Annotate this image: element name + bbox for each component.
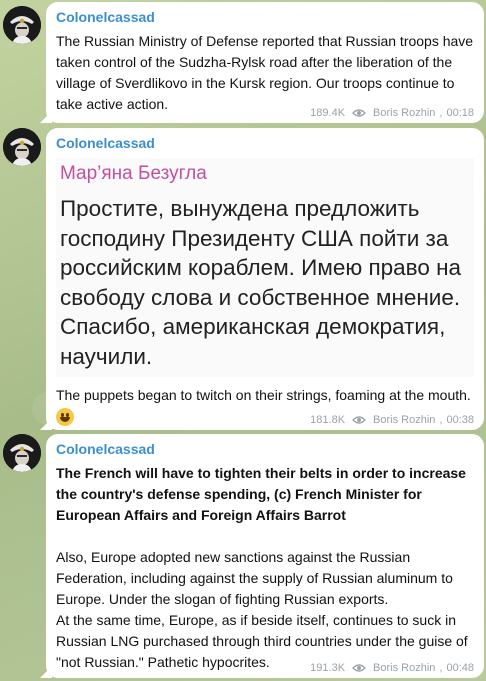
sender-name[interactable]: Colonelcassad — [56, 440, 474, 458]
post-author: Boris Rozhin — [373, 414, 436, 426]
message-bubble[interactable]: Colonelcassad The French will have to ti… — [46, 434, 484, 678]
sender-name[interactable]: Colonelcassad — [56, 8, 474, 26]
post-time: 00:48 — [446, 662, 474, 674]
view-count: 181.8K — [310, 414, 346, 426]
quote-text: Простите, вынуждена предложить господину… — [60, 196, 462, 369]
message-meta: 189.4K Boris Rozhin, 00:18 — [310, 107, 474, 119]
sender-name[interactable]: Colonelcassad — [56, 134, 474, 152]
meta-separator: , — [439, 414, 443, 426]
post-author: Boris Rozhin — [373, 662, 436, 674]
message-text: Also, Europe adopted new sanctions again… — [56, 549, 453, 607]
message-text: The Russian Ministry of Defense reported… — [56, 33, 474, 112]
eye-icon — [352, 109, 366, 117]
message-meta: 181.8K Boris Rozhin, 00:38 — [310, 414, 474, 426]
eye-icon — [352, 664, 366, 672]
avatar[interactable] — [3, 6, 41, 44]
view-count: 191.3K — [310, 662, 346, 674]
channel-avatar-icon — [3, 128, 41, 166]
message-bubble[interactable]: Colonelcassad The Russian Ministry of De… — [46, 2, 484, 123]
grinning-face-icon — [56, 408, 74, 426]
post-time: 00:18 — [446, 107, 474, 119]
channel-avatar-icon — [3, 434, 41, 472]
message-meta: 191.3K Boris Rozhin, 00:48 — [310, 662, 474, 674]
quote-author: Мар’яна Безугла — [60, 163, 207, 184]
post-time: 00:38 — [446, 414, 474, 426]
avatar[interactable] — [3, 434, 41, 472]
view-count: 189.4K — [310, 107, 346, 119]
message-bubble[interactable]: Colonelcassad Мар’яна Безугла Простите, … — [46, 128, 484, 430]
meta-separator: , — [439, 107, 443, 119]
meta-separator: , — [439, 662, 443, 674]
message-text: The puppets began to twitch on their str… — [56, 387, 471, 403]
channel-avatar-icon — [3, 6, 41, 44]
avatar[interactable] — [3, 128, 41, 166]
post-author: Boris Rozhin — [373, 107, 436, 119]
eye-icon — [352, 416, 366, 424]
quoted-image[interactable]: Мар’яна Безугла Простите, вынуждена пред… — [56, 158, 474, 377]
message-text-bold: The French will have to tighten their be… — [56, 465, 466, 523]
